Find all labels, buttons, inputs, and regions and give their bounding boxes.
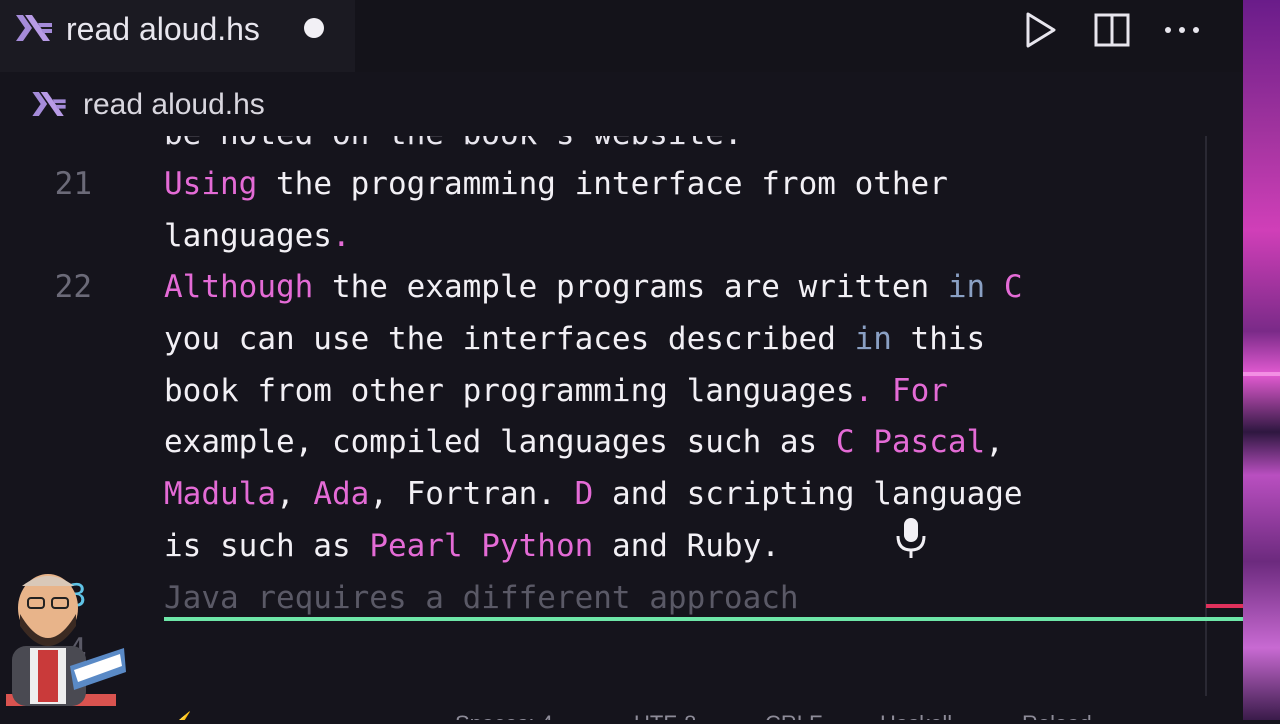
code-text: you can use the interfaces described [164, 321, 855, 357]
code-text: and Ruby. [593, 528, 780, 564]
more-icon [1165, 27, 1199, 33]
code-keyword: C Pascal [835, 424, 986, 460]
code-operator: in [854, 321, 892, 357]
presenter-avatar [0, 566, 130, 724]
status-item-eol[interactable]: CRLF [765, 712, 822, 721]
code-keyword: Madula [164, 476, 276, 512]
clipped-line: be noted on the book's website. [164, 136, 743, 154]
status-item-reload[interactable]: Reload [1022, 712, 1092, 721]
code-text: the example programs are written [313, 269, 948, 305]
code-keyword: Using [164, 166, 258, 202]
breadcrumb-file[interactable]: read aloud.hs [83, 87, 265, 123]
tab-title: read aloud.hs [66, 11, 260, 47]
split-editor-icon [1094, 13, 1130, 47]
ghost-suggestion: Java requires a different approach [164, 580, 799, 616]
play-icon [1026, 12, 1056, 48]
microphone-icon[interactable] [893, 516, 929, 564]
scrollbar-marker [1206, 604, 1243, 608]
code-text: example, compiled languages such as [164, 424, 836, 460]
more-actions-button[interactable] [1162, 10, 1202, 50]
code-line[interactable]: is such as Pearl Python and Ruby. [164, 526, 780, 566]
code-text: , [985, 424, 1004, 460]
status-item-language[interactable]: Haskell [880, 712, 952, 721]
status-item-encoding[interactable]: UTF-8 [634, 712, 696, 721]
code-text: this [891, 321, 986, 357]
split-editor-button[interactable] [1092, 10, 1132, 50]
code-keyword: . [854, 373, 874, 409]
code-text: and scripting language [593, 476, 1023, 512]
code-keyword: . [331, 218, 351, 254]
status-item-spaces[interactable]: Spaces: 4 [455, 712, 553, 721]
code-line[interactable]: Although the example programs are writte… [164, 267, 1023, 307]
unsaved-indicator-icon[interactable] [304, 18, 324, 38]
desktop-wallpaper [1243, 0, 1280, 720]
editor-scrollbar[interactable] [1205, 136, 1207, 696]
code-operator: in [947, 269, 986, 305]
haskell-file-icon [16, 15, 52, 45]
tab-read-aloud[interactable]: read aloud.hs [0, 0, 355, 72]
code-keyword: For [891, 373, 948, 409]
code-text: , [275, 476, 314, 512]
current-line-highlight [164, 617, 1243, 621]
run-button[interactable] [1020, 10, 1060, 50]
code-keyword: D [574, 476, 594, 512]
code-text: is such as [164, 528, 370, 564]
code-text: the programming interface from other [257, 166, 948, 202]
code-line[interactable]: example, compiled languages such as C Pa… [164, 422, 1004, 462]
haskell-file-icon [32, 92, 66, 120]
code-text: book from other programming languages [164, 373, 855, 409]
code-line[interactable]: languages. [164, 216, 351, 256]
code-line[interactable]: you can use the interfaces described in … [164, 319, 985, 359]
code-text: languages [164, 218, 332, 254]
code-text: , Fortran. [369, 476, 575, 512]
code-keyword: C [1003, 269, 1023, 305]
status-item-left[interactable]: ⌁ ⚡ [150, 712, 197, 721]
status-bar: ⌁ ⚡ Spaces: 4 UTF-8 CRLF Haskell Reload [0, 706, 1243, 720]
line-number-21: 21 [54, 166, 92, 202]
code-keyword: Ada [313, 476, 370, 512]
code-line[interactable]: book from other programming languages. F… [164, 371, 948, 411]
line-number-22: 22 [54, 269, 92, 305]
code-line[interactable]: Madula, Ada, Fortran. D and scripting la… [164, 474, 1023, 514]
code-keyword: Although [164, 269, 314, 305]
code-keyword: Pearl Python [369, 528, 594, 564]
tab-bar: read aloud.hs [0, 0, 1243, 72]
code-line[interactable]: Using the programming interface from oth… [164, 164, 948, 204]
